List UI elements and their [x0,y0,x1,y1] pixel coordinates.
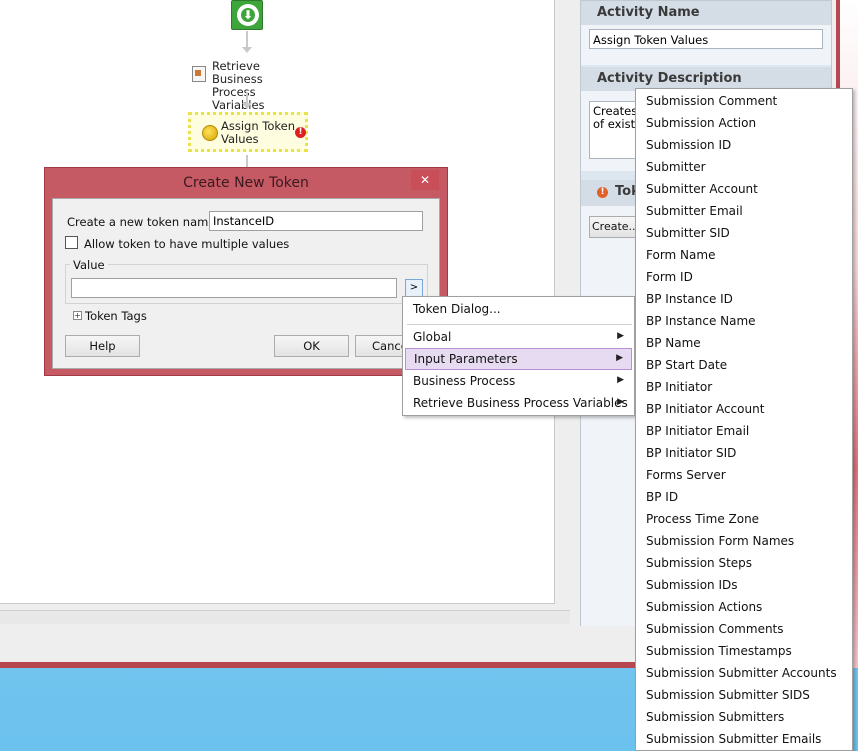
submenu-item[interactable]: Form Name [638,245,850,267]
expand-token-tags-icon[interactable]: + [73,311,82,320]
submenu-item[interactable]: BP ID [638,487,850,509]
submenu-item[interactable]: BP Name [638,333,850,355]
create-token-button[interactable]: Create... [589,216,639,238]
activity-name-header: Activity Name [581,1,831,25]
submenu-item[interactable]: BP Initiator [638,377,850,399]
retrieve-bp-variables-node[interactable]: Retrieve Business Process Variables [190,58,310,112]
submenu-item[interactable]: Submission Form Names [638,531,850,553]
warning-icon: ! [597,187,608,198]
chevron-right-icon: ▶ [617,397,624,407]
submenu-item[interactable]: Submitter SID [638,223,850,245]
submenu-item[interactable]: Submitter Account [638,179,850,201]
submenu-item[interactable]: BP Initiator Email [638,421,850,443]
connector-line [246,155,248,167]
activity-name-input[interactable]: Assign Token Values [589,29,823,49]
submenu-item[interactable]: BP Start Date [638,355,850,377]
submenu-item[interactable]: Forms Server [638,465,850,487]
input-parameters-submenu: Submission Comment Submission Action Submi… [635,88,853,751]
menu-item-global[interactable]: Global ▶ [405,327,632,349]
token-name-input[interactable]: InstanceID [209,211,423,231]
submenu-item[interactable]: Submitter Email [638,201,850,223]
error-icon: ! [295,127,306,138]
submenu-item[interactable]: Submission Submitters [638,707,850,729]
token-coin-icon [202,125,218,141]
help-button[interactable]: Help [65,335,140,357]
menu-item-label: Input Parameters [414,352,518,366]
chevron-right-icon: ▶ [617,331,624,341]
submenu-item[interactable]: Submission ID [638,135,850,157]
dialog-title: Create New Token [183,175,309,191]
menu-item-label: Global [413,330,452,344]
chevron-right-icon: ▶ [616,353,623,363]
retrieve-node-label: Retrieve Business Process Variables [212,59,265,112]
multiple-values-checkbox[interactable] [65,236,78,249]
menu-item-token-dialog[interactable]: Token Dialog... [405,299,632,321]
token-name-label: Create a new token named: [67,215,227,229]
ok-button[interactable]: OK [274,335,349,357]
submenu-item[interactable]: Submission Comment [638,91,850,113]
connector-arrow [242,47,252,53]
submenu-item[interactable]: Submission Steps [638,553,850,575]
submenu-item[interactable]: BP Initiator SID [638,443,850,465]
start-node[interactable]: ⬇ [231,0,263,30]
menu-item-business-process[interactable]: Business Process ▶ [405,371,632,393]
submenu-item[interactable]: BP Initiator Account [638,399,850,421]
menu-item-label: Retrieve Business Process Variables [413,396,628,410]
cancel-button[interactable]: Cance [355,335,403,357]
dialog-body: Create a new token named: InstanceID All… [52,198,440,369]
token-context-menu: Token Dialog... Global ▶ Input Parameter… [402,296,635,416]
token-picker-button[interactable]: > [405,279,423,297]
assign-token-values-node[interactable]: Assign Token Values ! [188,112,308,152]
submenu-item[interactable]: Submission Comments [638,619,850,641]
submenu-item[interactable]: Process Time Zone [638,509,850,531]
token-tags-label[interactable]: Token Tags [85,309,147,323]
submenu-item[interactable]: Form ID [638,267,850,289]
submenu-item[interactable]: Submitter [638,157,850,179]
submenu-item[interactable]: Submission Submitter Emails [638,729,850,751]
submenu-item[interactable]: BP Instance Name [638,311,850,333]
assign-node-label: Assign Token Values [221,119,296,146]
chevron-right-icon: ▶ [617,375,624,385]
menu-item-retrieve-bp-variables[interactable]: Retrieve Business Process Variables ▶ [405,393,632,415]
connector-arrow [242,103,252,109]
value-input[interactable] [71,278,397,298]
retrieve-variables-icon [192,66,206,82]
down-arrow-icon: ⬇ [243,8,254,22]
submenu-item[interactable]: Submission Action [638,113,850,135]
submenu-item[interactable]: Submission IDs [638,575,850,597]
menu-item-label: Token Dialog... [413,302,501,316]
create-new-token-dialog: Create New Token ✕ Create a new token na… [44,167,448,376]
submenu-item[interactable]: Submission Actions [638,597,850,619]
menu-item-label: Business Process [413,374,516,388]
value-group-label: Value [70,258,108,272]
submenu-item[interactable]: Submission Submitter SIDS [638,685,850,707]
submenu-item[interactable]: BP Instance ID [638,289,850,311]
submenu-item[interactable]: Submission Submitter Accounts [638,663,850,685]
canvas-horizontal-scrollbar[interactable] [0,610,570,624]
close-button[interactable]: ✕ [411,170,439,190]
submenu-item[interactable]: Submission Timestamps [638,641,850,663]
menu-separator [407,324,632,325]
menu-item-input-parameters[interactable]: Input Parameters ▶ [405,348,632,370]
multiple-values-label: Allow token to have multiple values [84,237,290,251]
activity-name-section: Assign Token Values [581,25,831,65]
